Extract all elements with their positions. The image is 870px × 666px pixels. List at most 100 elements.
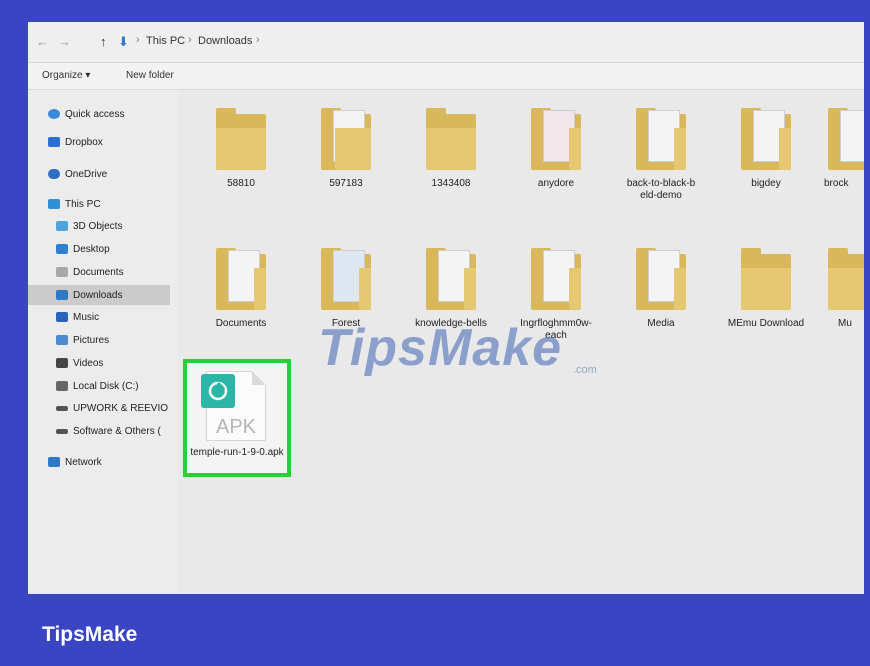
folder-label: Media [647,318,675,329]
sidebar-item-videos[interactable]: Videos [56,353,168,373]
sidebar-item-dropbox[interactable]: Dropbox [48,132,168,152]
folder-item[interactable]: Documents [198,248,284,330]
sidebar-item-label: Pictures [73,334,110,346]
folder-label: 58810 [227,178,255,189]
sidebar-item-label: Desktop [73,243,110,255]
folder-item[interactable]: MEmu Download [723,248,809,330]
folder-icon [531,108,581,170]
network-icon [48,457,60,467]
sidebar-item-software-drive[interactable]: Software & Others ( [56,421,174,441]
sidebar-item-network[interactable]: Network [48,452,168,472]
cloud-icon [48,169,60,179]
folder-icon [426,108,476,170]
folder-icon [321,108,371,170]
up-arrow-icon[interactable]: ↑ [100,34,107,49]
desktop-icon [56,244,68,254]
drive-icon [56,428,68,434]
folder-item[interactable]: 597183 [303,108,389,190]
folder-icon [828,108,864,170]
sidebar-item-label: OneDrive [65,168,108,180]
sidebar-item-label: Software & Others ( [73,425,161,437]
file-explorer-window: ← → ↑ ⬇ › This PC › Downloads › Organize… [28,22,864,594]
breadcrumb-separator: › [256,34,260,46]
folder-icon [426,248,476,310]
sidebar-item-3d-objects[interactable]: 3D Objects [56,216,168,236]
folder-item[interactable]: bigdey [723,108,809,190]
folder-icon [321,248,371,310]
apk-badge-icon [201,374,235,408]
sidebar-item-pictures[interactable]: Pictures [56,330,168,350]
command-bar: Organize ▾ New folder [28,63,864,90]
folder-label: MEmu Download [727,318,805,329]
apk-type-label: APK [215,416,257,438]
folder-label: 597183 [329,178,363,189]
sidebar-item-quick-access[interactable]: Quick access [48,104,168,124]
document-icon [56,267,68,277]
watermark-suffix: .com [573,364,597,376]
sidebar-item-label: Downloads [73,289,123,301]
folder-label: Documents [215,318,267,329]
navigation-pane: Quick access Dropbox OneDrive This PC 3D… [28,90,178,594]
sidebar-item-desktop[interactable]: Desktop [56,239,168,259]
sidebar-item-label: Dropbox [65,136,103,148]
folder-icon [741,248,791,310]
computer-icon [48,199,60,209]
folder-item[interactable]: Mu [818,248,864,330]
sidebar-item-label: Quick access [65,108,125,120]
sidebar-item-upwork-drive[interactable]: UPWORK & REEVIO [56,398,174,418]
folder-label: brock [824,178,849,189]
folder-item[interactable]: Media [618,248,704,330]
downloads-folder-icon: ⬇ [118,34,129,49]
brand-logo: TipsMake [42,623,138,646]
sidebar-item-local-disk[interactable]: Local Disk (C:) [56,376,168,396]
sidebar-item-onedrive[interactable]: OneDrive [48,164,168,184]
folder-label: anydore [537,178,575,189]
back-arrow-icon[interactable]: ← [36,34,49,49]
sidebar-item-label: Local Disk (C:) [73,380,139,392]
folder-icon [531,248,581,310]
folder-item[interactable]: back-to-black-b eld-demo [618,108,704,202]
folder-label: 1343408 [431,178,471,189]
folder-item[interactable]: 58810 [198,108,284,190]
apk-file-item[interactable]: APK temple-run-1-9-0.apk [183,359,291,477]
organize-button[interactable]: Organize ▾ [42,70,90,81]
folder-item[interactable]: 1343408 [408,108,494,190]
music-icon [56,312,68,322]
folder-label: back-to-black-b eld-demo [626,178,696,201]
breadcrumb-downloads[interactable]: Downloads [198,35,252,47]
sidebar-item-label: Documents [73,266,124,278]
download-icon [56,290,68,300]
folder-item[interactable]: brock [818,108,864,190]
star-icon [48,109,60,119]
breadcrumb-separator: › [188,34,192,46]
new-folder-button[interactable]: New folder [126,70,174,81]
folder-label: Mu [838,318,852,329]
folder-icon [828,248,864,310]
disk-icon [56,381,68,391]
sidebar-item-documents[interactable]: Documents [56,262,168,282]
folder-icon [216,108,266,170]
sidebar-item-label: This PC [65,198,101,210]
sidebar-item-label: UPWORK & REEVIO [73,402,169,414]
sidebar-item-music[interactable]: Music [56,307,168,327]
dropbox-icon [48,137,60,147]
cube-icon [56,221,68,231]
sidebar-item-downloads[interactable]: Downloads [28,285,170,305]
sidebar-item-this-pc[interactable]: This PC [48,194,168,214]
folder-label: bigdey [751,178,781,189]
folder-item[interactable]: anydore [513,108,599,190]
sidebar-item-label: Music [73,311,100,323]
sidebar-item-label: Network [65,456,102,468]
drive-icon [56,405,68,411]
forward-arrow-icon[interactable]: → [58,34,71,49]
video-icon [56,358,68,368]
apk-file-icon: APK [201,371,266,441]
breadcrumb-this-pc[interactable]: This PC [146,35,185,47]
picture-icon [56,335,68,345]
folder-icon [741,108,791,170]
folder-icon [636,108,686,170]
watermark: TipsMake [318,319,563,377]
folder-icon [636,248,686,310]
folder-icon [216,248,266,310]
apk-file-label: temple-run-1-9-0.apk [190,447,284,458]
